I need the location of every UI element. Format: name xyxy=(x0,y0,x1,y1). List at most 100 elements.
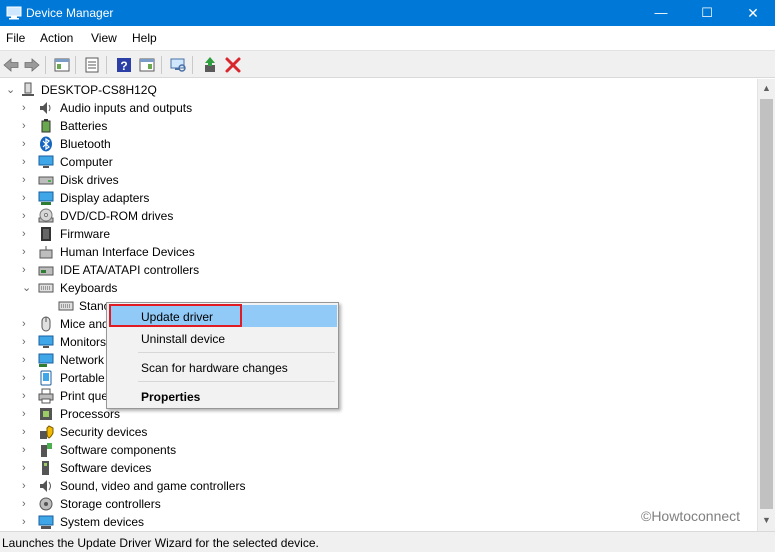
tree-item-ide[interactable]: › IDE ATA/ATAPI controllers xyxy=(0,261,757,279)
chevron-right-icon[interactable]: › xyxy=(22,517,32,528)
toolbar-separator xyxy=(106,56,107,74)
menu-separator xyxy=(138,381,335,382)
chevron-right-icon[interactable]: › xyxy=(22,445,32,456)
chevron-down-icon[interactable]: ⌄ xyxy=(22,283,32,294)
tree-item-label: Sound, video and game controllers xyxy=(60,479,246,493)
toolbar-separator xyxy=(75,56,76,74)
status-bar: Launches the Update Driver Wizard for th… xyxy=(0,531,775,552)
ide-controller-icon xyxy=(38,266,54,276)
menu-uninstall-device[interactable]: Uninstall device xyxy=(110,327,337,349)
chevron-right-icon[interactable]: › xyxy=(22,265,32,276)
tree-item-label: Audio inputs and outputs xyxy=(60,101,193,115)
tree-item-display-adapters[interactable]: › Display adapters xyxy=(0,189,757,207)
chevron-right-icon[interactable]: › xyxy=(22,463,32,474)
storage-controller-icon xyxy=(39,497,53,511)
tree-root[interactable]: ⌄ DESKTOP-CS8H12Q xyxy=(0,81,757,99)
tree-item-label: Security devices xyxy=(60,425,148,439)
chevron-right-icon[interactable]: › xyxy=(22,157,32,168)
menu-action[interactable]: Action xyxy=(40,31,73,45)
menu-scan-hardware[interactable]: Scan for hardware changes xyxy=(110,356,337,378)
device-manager-icon xyxy=(6,6,22,20)
tree-item-label: Software devices xyxy=(60,461,152,475)
close-button[interactable]: ✕ xyxy=(730,0,775,26)
tree-item-dvd-drives[interactable]: › DVD/CD-ROM drives xyxy=(0,207,757,225)
monitor-icon xyxy=(38,335,54,348)
menu-file[interactable]: File xyxy=(6,31,25,45)
keyboard-icon xyxy=(38,283,54,293)
chevron-down-icon[interactable]: ⌄ xyxy=(6,85,16,96)
scan-hardware-icon[interactable] xyxy=(169,56,187,74)
speaker-icon xyxy=(40,102,51,114)
tree-item-keyboards[interactable]: ⌄ Keyboards xyxy=(0,279,757,297)
tree-item-firmware[interactable]: › Firmware xyxy=(0,225,757,243)
firmware-chip-icon xyxy=(41,227,51,241)
chevron-right-icon[interactable]: › xyxy=(22,175,32,186)
chevron-right-icon[interactable]: › xyxy=(22,103,32,114)
maximize-button[interactable]: ☐ xyxy=(684,0,730,26)
tree-item-label: Portable xyxy=(60,371,105,385)
keyboard-icon xyxy=(58,301,74,311)
menu-properties[interactable]: Properties xyxy=(110,385,337,407)
update-driver-icon[interactable] xyxy=(201,56,219,74)
chevron-right-icon[interactable]: › xyxy=(22,355,32,366)
chevron-right-icon[interactable]: › xyxy=(22,319,32,330)
chevron-right-icon[interactable]: › xyxy=(22,121,32,132)
chevron-right-icon[interactable]: › xyxy=(22,337,32,348)
tree-item-batteries[interactable]: › Batteries xyxy=(0,117,757,135)
tree-item-computer[interactable]: › Computer xyxy=(0,153,757,171)
chevron-right-icon[interactable]: › xyxy=(22,373,32,384)
chevron-right-icon[interactable]: › xyxy=(22,427,32,438)
tree-item-label: Print que xyxy=(60,389,109,403)
tree-item-hid[interactable]: › Human Interface Devices xyxy=(0,243,757,261)
menu-view[interactable]: View xyxy=(91,31,117,45)
disk-drive-icon xyxy=(38,176,54,185)
software-component-icon xyxy=(41,443,52,457)
forward-arrow-icon[interactable] xyxy=(23,56,41,74)
tree-item-software-components[interactable]: › Software components xyxy=(0,441,757,459)
vertical-scrollbar[interactable]: ▲ ▼ xyxy=(757,79,775,531)
show-hide-console-tree-icon[interactable] xyxy=(53,56,71,74)
chevron-right-icon[interactable]: › xyxy=(22,193,32,204)
chevron-right-icon[interactable]: › xyxy=(22,499,32,510)
sound-controller-icon xyxy=(40,480,51,492)
tree-item-audio[interactable]: › Audio inputs and outputs xyxy=(0,99,757,117)
tree-item-label: Network xyxy=(60,353,105,367)
menu-item-label: Properties xyxy=(141,390,201,404)
system-device-icon xyxy=(38,515,54,529)
printer-icon xyxy=(38,388,54,404)
tree-item-software-devices[interactable]: › Software devices xyxy=(0,459,757,477)
display-adapter-icon xyxy=(38,191,54,205)
minimize-button[interactable]: — xyxy=(638,0,684,26)
tree-item-label: IDE ATA/ATAPI controllers xyxy=(60,263,200,277)
scroll-up-icon[interactable]: ▲ xyxy=(762,83,771,93)
back-arrow-icon[interactable] xyxy=(2,56,20,74)
network-adapter-icon xyxy=(38,353,54,367)
chevron-right-icon[interactable]: › xyxy=(22,229,32,240)
uninstall-device-icon[interactable] xyxy=(224,56,242,74)
tree-item-label: Bluetooth xyxy=(60,137,111,151)
tree-item-disk-drives[interactable]: › Disk drives xyxy=(0,171,757,189)
tree-item-sound[interactable]: › Sound, video and game controllers xyxy=(0,477,757,495)
menu-help[interactable]: Help xyxy=(132,31,157,45)
scrollbar-thumb[interactable] xyxy=(760,99,773,509)
help-icon[interactable]: ? xyxy=(115,56,133,74)
tree-item-label: Processors xyxy=(60,407,121,421)
menu-item-label: Uninstall device xyxy=(141,332,226,346)
tree-item-label: Disk drives xyxy=(60,173,119,187)
action-pane-icon[interactable] xyxy=(138,56,156,74)
chevron-right-icon[interactable]: › xyxy=(22,247,32,258)
chevron-right-icon[interactable]: › xyxy=(22,211,32,222)
chevron-right-icon[interactable]: › xyxy=(22,139,32,150)
tree-item-security[interactable]: › Security devices xyxy=(0,423,757,441)
toolbar: ? xyxy=(0,50,775,78)
tree-item-label: DVD/CD-ROM drives xyxy=(60,209,174,223)
properties-icon[interactable] xyxy=(83,56,101,74)
portable-device-icon xyxy=(40,370,52,386)
chevron-right-icon[interactable]: › xyxy=(22,481,32,492)
chevron-right-icon[interactable]: › xyxy=(22,391,32,402)
tree-item-bluetooth[interactable]: › Bluetooth xyxy=(0,135,757,153)
title-bar: Device Manager — ☐ ✕ xyxy=(0,0,775,26)
tree-item-label: Storage controllers xyxy=(60,497,161,511)
chevron-right-icon[interactable]: › xyxy=(22,409,32,420)
scroll-down-icon[interactable]: ▼ xyxy=(762,515,771,525)
